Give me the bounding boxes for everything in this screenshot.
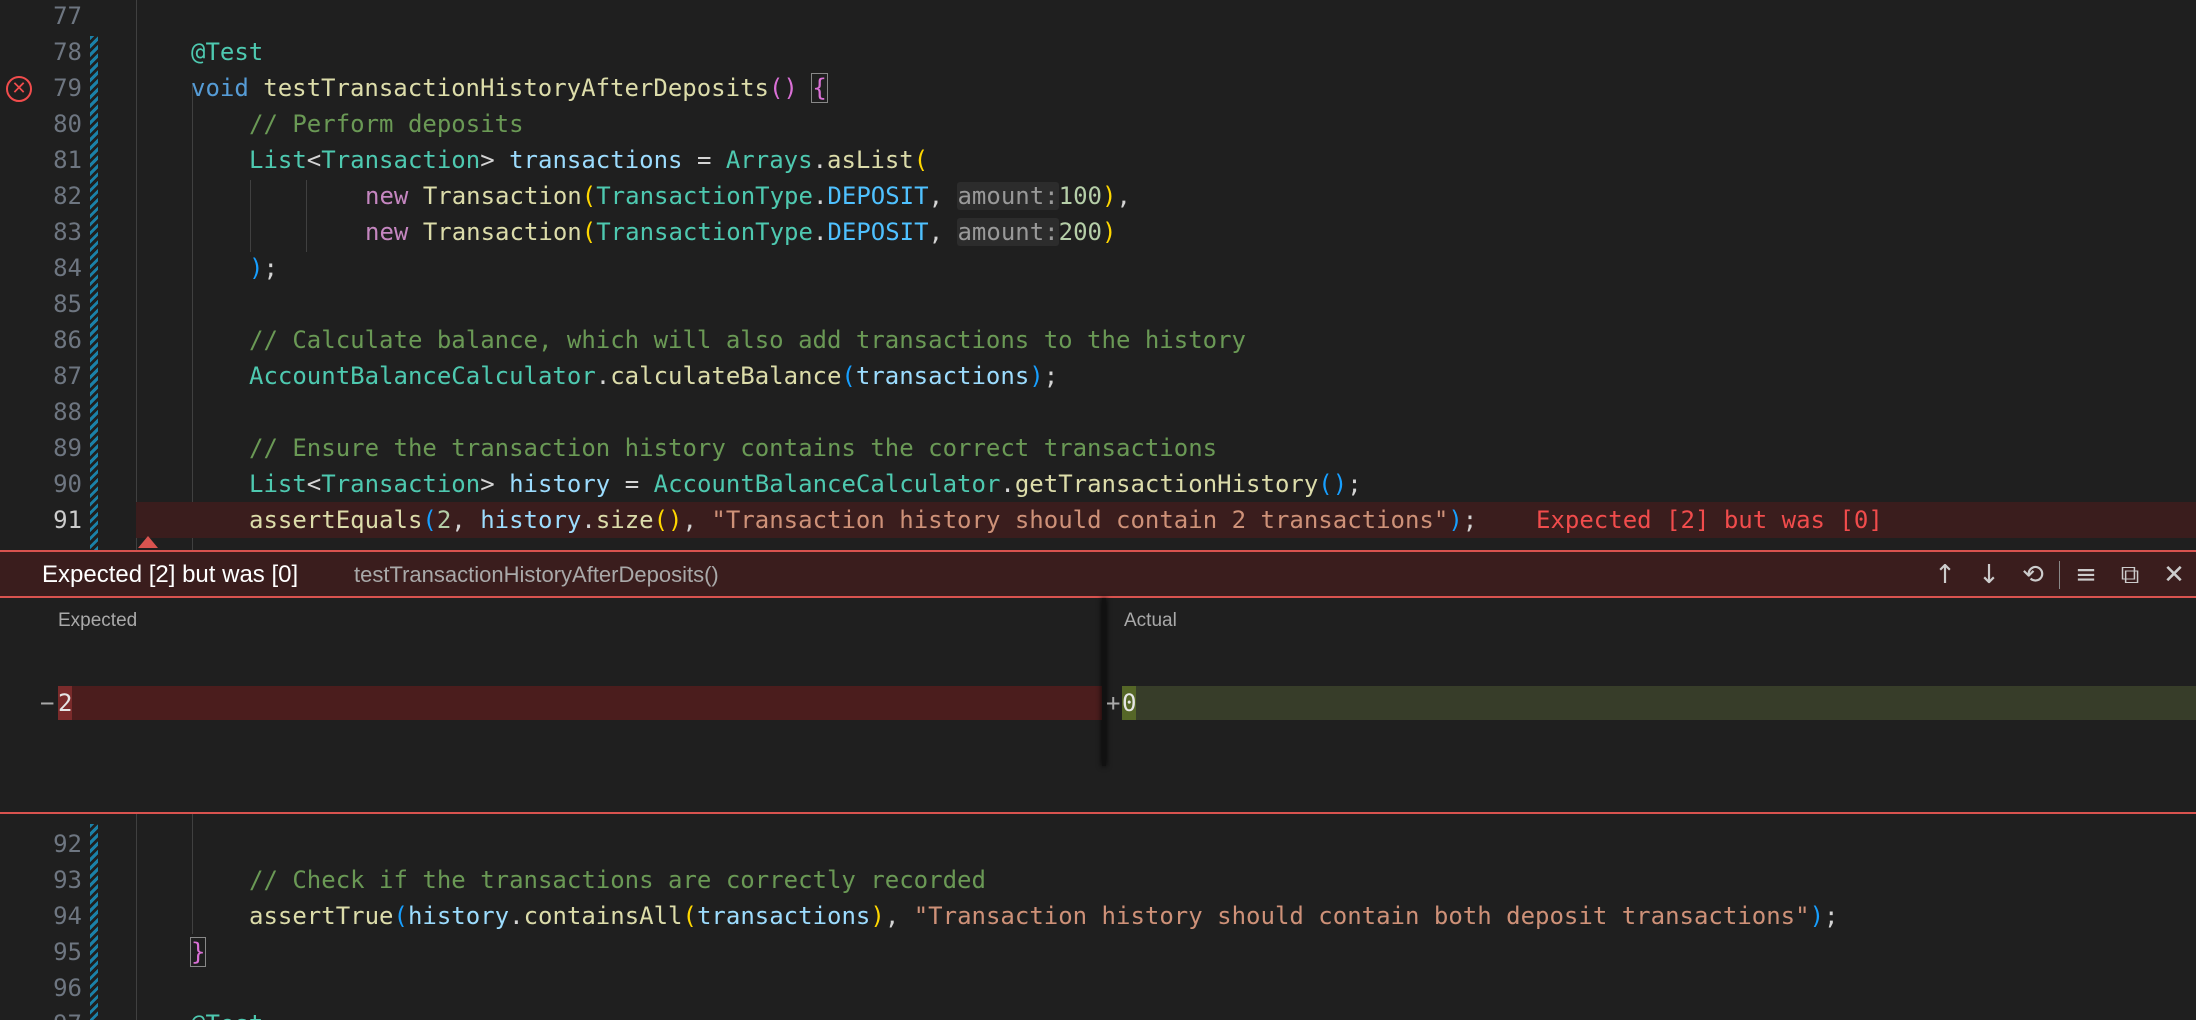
expected-value: 2 (58, 686, 73, 720)
line-number: 88 (53, 398, 82, 426)
code-line[interactable]: 91 assertEquals(2, history.size(), "Tran… (0, 502, 2196, 538)
peek-title: Expected [2] but was [0] (42, 561, 299, 588)
line-number: 83 (53, 218, 82, 246)
code-line[interactable]: 94 assertTrue(history.containsAll(transa… (0, 898, 2196, 934)
toolbar-divider (2059, 561, 2060, 589)
code-text: List<Transaction> history = AccountBalan… (249, 470, 1362, 498)
added-marker-icon: + (1106, 689, 1121, 717)
code-line[interactable]: 92 (0, 826, 2196, 862)
actual-pane[interactable]: Actual 0 + (1106, 598, 2196, 812)
code-editor-bottom[interactable]: 92 93 // Check if the transactions are c… (0, 812, 2196, 1020)
parameter-hint: amount: (957, 182, 1059, 210)
removed-marker-icon: − (40, 689, 55, 717)
line-number: 84 (53, 254, 82, 282)
line-number: 96 (53, 974, 82, 1002)
history-icon[interactable]: ⟲ (2011, 552, 2055, 598)
code-text: // Ensure the transaction history contai… (249, 434, 1218, 462)
code-line[interactable]: 97 @Test (0, 1006, 2196, 1020)
line-number: 80 (53, 110, 82, 138)
line-number: 91 (53, 506, 82, 534)
actual-diff-row: 0 (1122, 686, 2196, 720)
line-number: 87 (53, 362, 82, 390)
code-text: void testTransactionHistoryAfterDeposits… (191, 73, 828, 103)
actual-label: Actual (1124, 610, 1177, 631)
code-text: new Transaction(TransactionType.DEPOSIT,… (365, 218, 1117, 246)
code-line[interactable]: 81 List<Transaction> transactions = Arra… (0, 142, 2196, 178)
code-line[interactable]: 88 (0, 394, 2196, 430)
code-text: } (189, 937, 207, 967)
arrow-up-icon[interactable]: ↑ (1923, 552, 1967, 598)
line-number: 89 (53, 434, 82, 462)
parameter-hint: amount: (957, 218, 1059, 246)
expected-diff-row: 2 (58, 686, 1102, 720)
arrow-down-icon[interactable]: ↓ (1967, 552, 2011, 598)
expected-label: Expected (58, 610, 138, 631)
actual-value: 0 (1122, 686, 1137, 720)
line-number: 79 (53, 74, 82, 102)
line-number: 92 (53, 830, 82, 858)
inline-error-message: Expected [2] but was [0] (1536, 506, 1883, 534)
code-line[interactable]: 80 // Perform deposits (0, 106, 2196, 142)
code-line[interactable]: 95 } (0, 934, 2196, 970)
code-text: @Test (191, 38, 264, 66)
line-number: 90 (53, 470, 82, 498)
code-text: assertTrue(history.containsAll(transacti… (249, 902, 1839, 930)
code-line[interactable]: 87 AccountBalanceCalculator.calculateBal… (0, 358, 2196, 394)
close-icon[interactable]: ✕ (2152, 552, 2196, 598)
code-text: ); (249, 254, 278, 282)
list-filter-icon[interactable]: ≡ (2064, 552, 2108, 598)
code-text: new Transaction(TransactionType.DEPOSIT,… (365, 182, 1131, 210)
code-text: List<Transaction> transactions = Arrays.… (249, 146, 929, 174)
line-number: 93 (53, 866, 82, 894)
peek-header: Expected [2] but was [0] testTransaction… (0, 552, 2196, 598)
code-editor-top[interactable]: 77 78 @Test ✕ 79 void testTransactionHis… (0, 0, 2196, 550)
code-line[interactable]: 82 new Transaction(TransactionType.DEPOS… (0, 178, 2196, 214)
code-text: AccountBalanceCalculator.calculateBalanc… (249, 362, 1059, 390)
line-number: 81 (53, 146, 82, 174)
code-line[interactable]: 85 (0, 286, 2196, 322)
code-text: // Perform deposits (249, 110, 524, 138)
line-number: 94 (53, 902, 82, 930)
code-line[interactable]: 77 (0, 0, 2196, 34)
open-in-editor-icon[interactable]: ⧉ (2108, 552, 2152, 598)
code-line[interactable]: 96 (0, 970, 2196, 1006)
code-text: // Check if the transactions are correct… (249, 866, 986, 894)
line-number: 77 (53, 2, 82, 30)
line-number: 95 (53, 938, 82, 966)
line-number: 86 (53, 326, 82, 354)
peek-toolbar: ↑ ↓ ⟲ ≡ ⧉ ✕ (1923, 552, 2196, 598)
expected-pane[interactable]: Expected 2 − (0, 598, 1104, 812)
code-line[interactable]: 90 List<Transaction> history = AccountBa… (0, 466, 2196, 502)
line-number: 82 (53, 182, 82, 210)
code-line[interactable]: 84 ); (0, 250, 2196, 286)
code-line[interactable]: 93 // Check if the transactions are corr… (0, 862, 2196, 898)
code-line[interactable]: 79 void testTransactionHistoryAfterDepos… (0, 70, 2196, 106)
code-text: assertEquals(2, history.size(), "Transac… (249, 506, 1478, 534)
line-number: 85 (53, 290, 82, 318)
line-number: 97 (0, 1006, 82, 1020)
peek-subtitle[interactable]: testTransactionHistoryAfterDeposits() (354, 552, 719, 598)
code-text: // Calculate balance, which will also ad… (249, 326, 1246, 354)
code-line[interactable]: 89 // Ensure the transaction history con… (0, 430, 2196, 466)
test-failure-peek: Expected [2] but was [0] testTransaction… (0, 550, 2196, 812)
peek-pointer-arrow (138, 536, 158, 548)
code-text: @Test (191, 1006, 263, 1020)
code-line[interactable]: 86 // Calculate balance, which will also… (0, 322, 2196, 358)
code-line[interactable]: 83 new Transaction(TransactionType.DEPOS… (0, 214, 2196, 250)
line-number: 78 (53, 38, 82, 66)
code-line[interactable]: 78 @Test (0, 34, 2196, 70)
